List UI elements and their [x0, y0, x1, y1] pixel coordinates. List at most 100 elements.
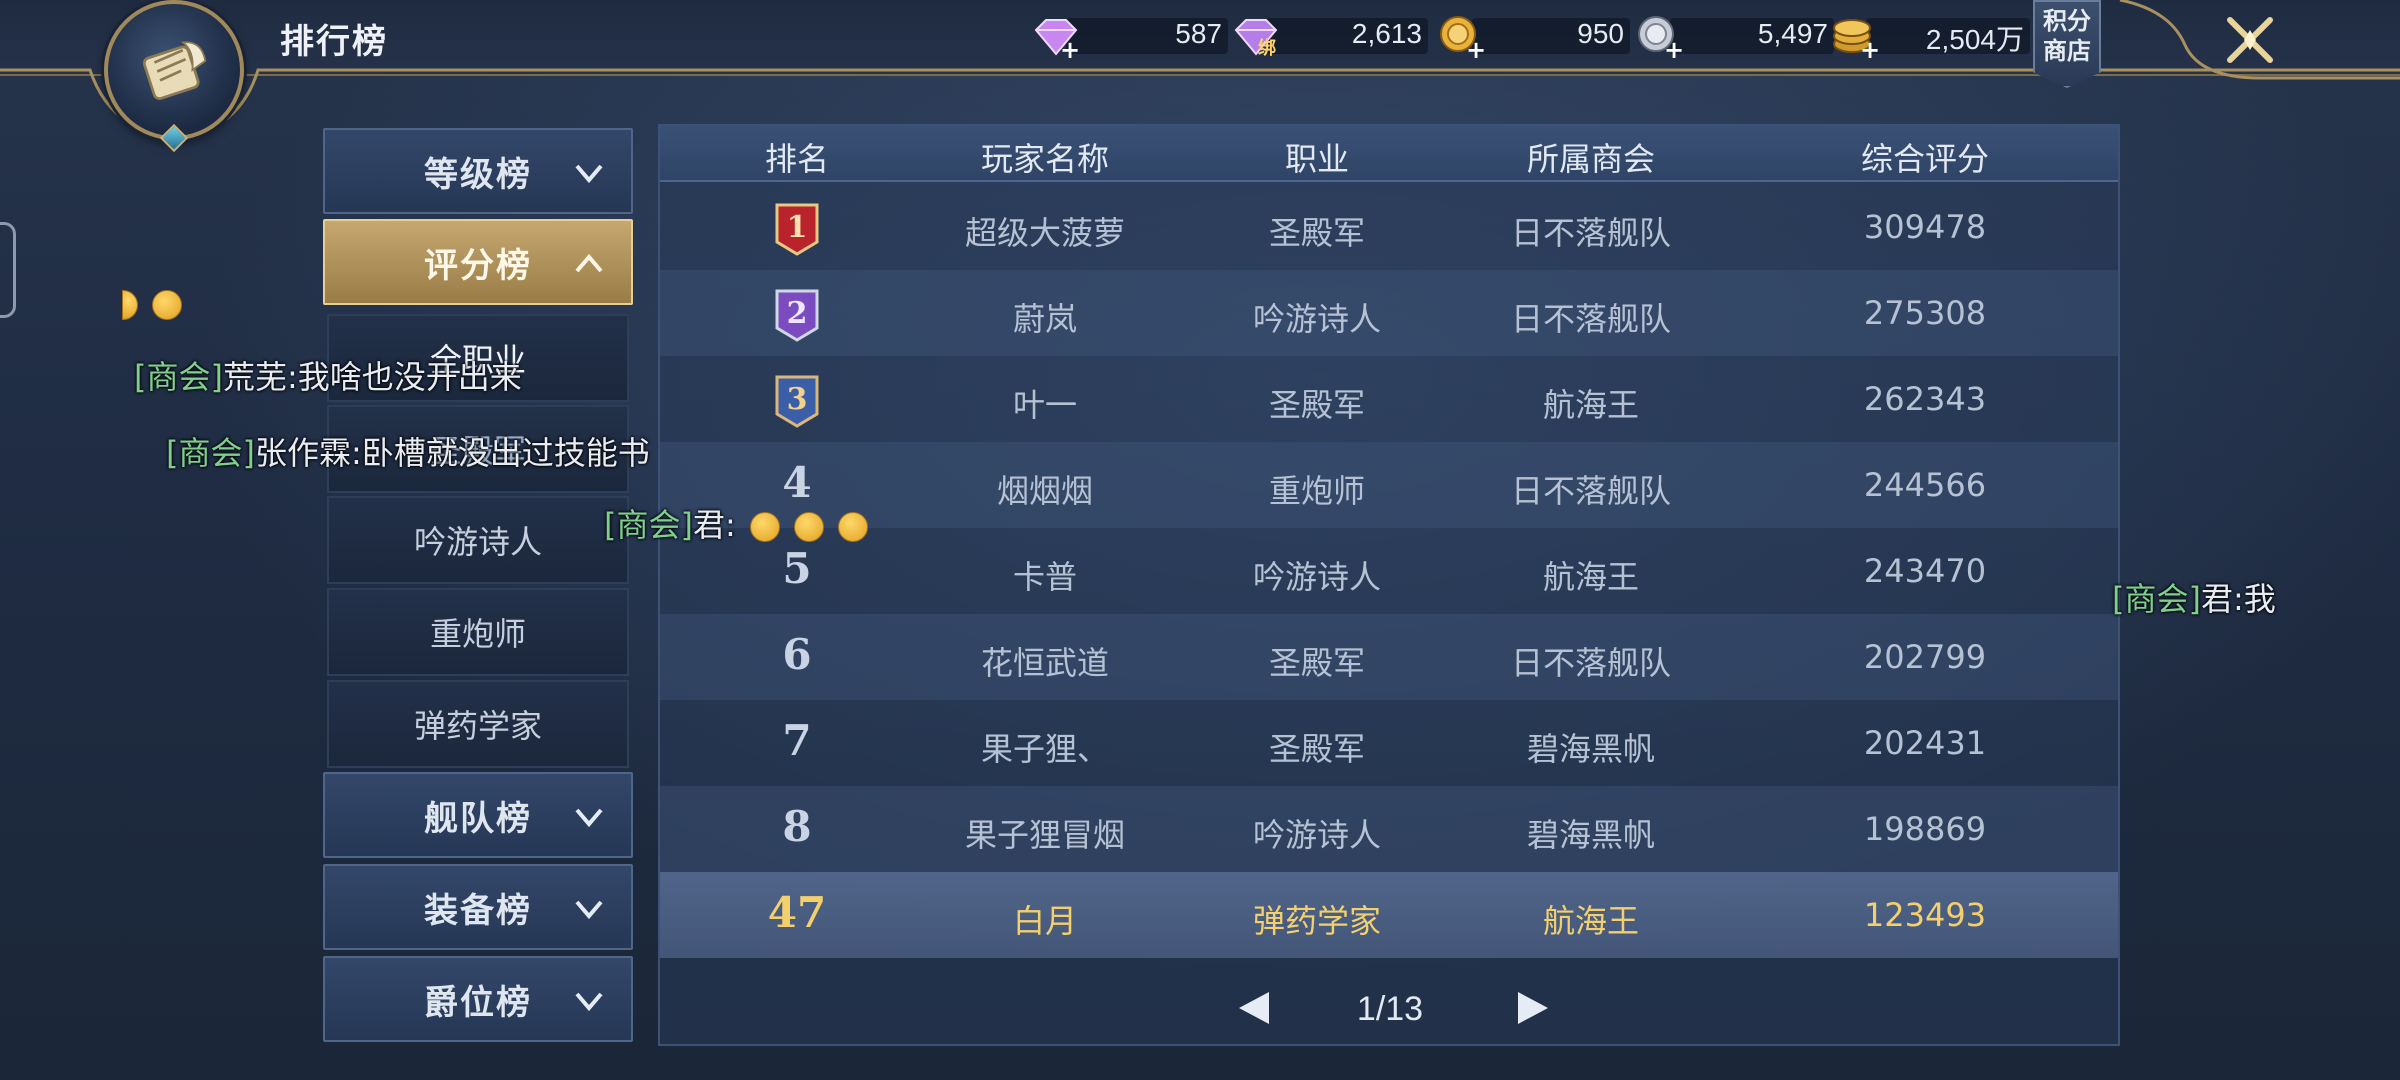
- currency-value: 950: [1577, 18, 1624, 49]
- currency-value: 5,497: [1757, 18, 1828, 49]
- header-rank: 排名: [764, 140, 830, 178]
- leaderboard-emblem-icon: [104, 0, 244, 140]
- nav-sub-cannoneer[interactable]: 重炮师: [327, 588, 629, 676]
- nav-sub-label: 弹药学家: [413, 707, 542, 745]
- coin-stack-plus-icon: +: [1833, 19, 1880, 60]
- bound-badge: 绑: [1258, 38, 1276, 59]
- diamond-plus-icon: +: [1034, 19, 1080, 60]
- chevron-down-icon: [575, 992, 603, 1012]
- player-class: 吟游诗人: [1252, 816, 1382, 854]
- player-guild: 日不落舰队: [1510, 472, 1672, 510]
- shop-label-line1: 积分: [2043, 7, 2091, 35]
- svg-text:+: +: [1664, 36, 1684, 60]
- nav-label: 装备榜: [424, 890, 532, 931]
- self-rank-row[interactable]: 47 白月 弹药学家 航海王 123493: [660, 872, 2118, 958]
- table-row[interactable]: 1 超级大菠萝 圣殿军 日不落舰队 309478: [660, 184, 2118, 270]
- nav-peerage-board[interactable]: 爵位榜: [323, 956, 633, 1042]
- table-row[interactable]: 5 卡普 吟游诗人 航海王 243470: [660, 528, 2118, 614]
- page-prev-icon[interactable]: [1235, 986, 1275, 1030]
- chat-channel-tag: [商会]: [166, 434, 255, 472]
- rank-1-medal-icon: [775, 203, 819, 256]
- chevron-down-icon: [575, 808, 603, 828]
- player-name: 卡普: [1012, 558, 1078, 596]
- chat-message: [商会]君:我: [2112, 574, 2276, 620]
- player-guild: 航海王: [1542, 386, 1640, 424]
- player-class: 圣殿军: [1268, 730, 1366, 768]
- nav-sub-munitionist[interactable]: 弹药学家: [327, 680, 629, 768]
- currency-diamond[interactable]: + 587: [1030, 14, 1228, 60]
- player-score: 244566: [1863, 466, 1987, 504]
- chevron-up-icon: [575, 253, 603, 273]
- chevron-down-icon: [575, 164, 603, 184]
- rank-value: 7: [782, 716, 812, 765]
- player-score: 262343: [1863, 380, 1987, 418]
- table-row[interactable]: 2 蔚岚 吟游诗人 日不落舰队 275308: [660, 270, 2118, 356]
- nav-sub-bard[interactable]: 吟游诗人: [327, 496, 629, 584]
- table-header: 排名 玩家名称 职业 所属商会 综合评分: [660, 126, 2118, 182]
- chevron-down-icon: [575, 900, 603, 920]
- table-row[interactable]: 4 烟烟烟 重炮师 日不落舰队 244566: [660, 442, 2118, 528]
- player-score: 123493: [1863, 896, 1987, 934]
- player-score: 275308: [1863, 294, 1987, 332]
- page-indicator: 1/13: [1356, 990, 1424, 1028]
- player-class: 圣殿军: [1268, 386, 1366, 424]
- svg-text:+: +: [1060, 36, 1080, 60]
- currency-coin-stack[interactable]: + 2,504万: [1830, 14, 2030, 60]
- player-class: 重炮师: [1268, 472, 1366, 510]
- rank-value: 6: [782, 630, 812, 679]
- player-score: 202799: [1863, 638, 1987, 676]
- chat-emoji-strip: [118, 284, 183, 322]
- player-name: 叶一: [1012, 386, 1078, 424]
- player-name: 果子狸冒烟: [964, 816, 1126, 854]
- table-row[interactable]: 3 叶一 圣殿军 航海王 262343: [660, 356, 2118, 442]
- page-title: 排行榜: [280, 22, 388, 62]
- chat-message: [商会]荒芜:我啥也没开出来: [134, 352, 522, 398]
- nav-sub-label: 吟游诗人: [413, 523, 542, 561]
- emoji-icon: [749, 512, 780, 542]
- nav-fleet-board[interactable]: 舰队榜: [323, 772, 633, 858]
- header-player: 玩家名称: [980, 140, 1110, 178]
- player-name: 果子狸、: [980, 730, 1110, 768]
- nav-score-board[interactable]: 评分榜: [323, 219, 633, 305]
- player-name: 烟烟烟: [996, 472, 1094, 510]
- nav-equipment-board[interactable]: 装备榜: [323, 864, 633, 950]
- header-guild: 所属商会: [1526, 140, 1656, 178]
- nav-label: 舰队榜: [424, 798, 532, 839]
- emoji-icon: [794, 512, 825, 542]
- player-guild: 碧海黑帆: [1526, 816, 1656, 854]
- rank-3-medal-icon: [775, 375, 819, 428]
- nav-label: 等级榜: [424, 154, 532, 195]
- chat-message: [商会]君:: [604, 500, 869, 546]
- table-row[interactable]: 8 果子狸冒烟 吟游诗人 碧海黑帆 198869: [660, 786, 2118, 872]
- currency-silver-coin[interactable]: + 5,497: [1634, 14, 1834, 60]
- player-score: 202431: [1863, 724, 1987, 762]
- emoji-icon: [152, 290, 183, 320]
- chat-channel-tag: [商会]: [604, 506, 693, 544]
- table-row[interactable]: 6 花恒武道 圣殿军 日不落舰队 202799: [660, 614, 2118, 700]
- chat-channel-tag: [商会]: [2112, 580, 2201, 618]
- player-score: 243470: [1863, 552, 1987, 590]
- player-name: 蔚岚: [1012, 300, 1078, 338]
- table-row[interactable]: 7 果子狸、 圣殿军 碧海黑帆 202431: [660, 700, 2118, 786]
- page-next-icon[interactable]: [1512, 986, 1552, 1030]
- player-guild: 航海王: [1542, 558, 1640, 596]
- chat-text: 君:我: [2200, 580, 2276, 618]
- player-guild: 航海王: [1542, 902, 1640, 940]
- player-guild: 碧海黑帆: [1526, 730, 1656, 768]
- currency-value: 2,613: [1351, 18, 1422, 49]
- gold-coin-plus-icon: +: [1440, 16, 1486, 60]
- player-name: 超级大菠萝: [964, 214, 1126, 252]
- currency-bound-diamond[interactable]: 绑 2,613: [1230, 14, 1428, 59]
- player-class: 吟游诗人: [1252, 558, 1382, 596]
- chat-text: 荒芜:我啥也没开出来: [222, 358, 522, 396]
- close-icon[interactable]: [2222, 14, 2278, 66]
- side-drawer-handle[interactable]: [0, 222, 16, 318]
- pagination: 1/13: [660, 978, 2118, 1038]
- header-class: 职业: [1284, 140, 1350, 178]
- nav-level-board[interactable]: 等级榜: [323, 128, 633, 214]
- svg-text:+: +: [1466, 36, 1486, 60]
- points-shop-button[interactable]: 积分 商店: [2033, 0, 2101, 88]
- leaderboard-table: 排名 玩家名称 职业 所属商会 综合评分 1 超级大菠萝 圣殿军 日不落舰队 3…: [658, 124, 2120, 1046]
- currency-gold-coin[interactable]: + 950: [1436, 14, 1630, 60]
- rank-value: 8: [782, 802, 812, 851]
